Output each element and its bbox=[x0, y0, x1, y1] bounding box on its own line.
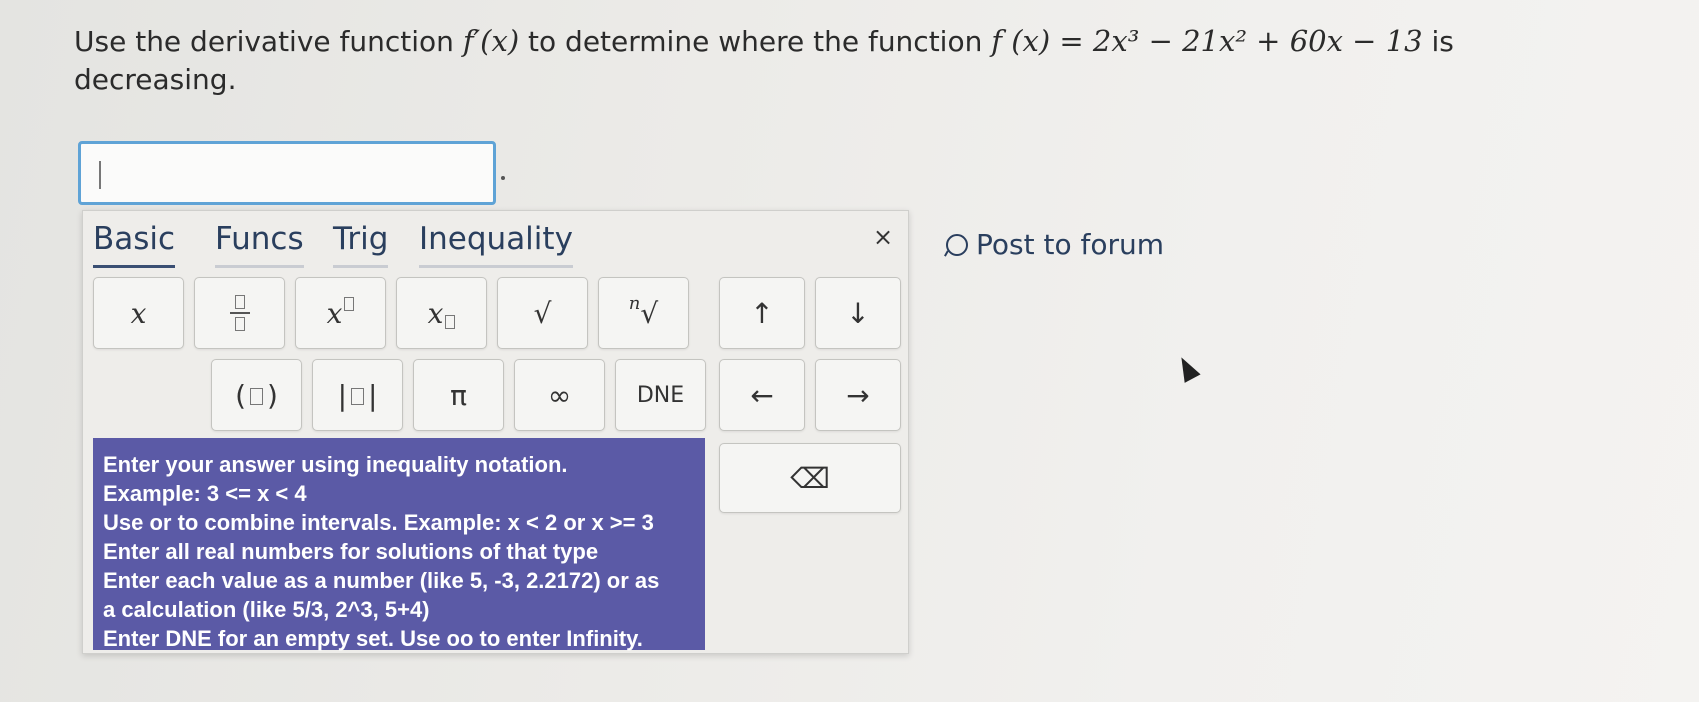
key-infinity[interactable]: ∞ bbox=[514, 359, 605, 431]
key-backspace[interactable]: ⌫ bbox=[719, 443, 901, 513]
backspace-icon: ⌫ bbox=[790, 461, 830, 495]
up-arrow-icon: ↑ bbox=[750, 296, 774, 330]
key-up-arrow[interactable]: ↑ bbox=[719, 277, 805, 349]
post-to-forum-link[interactable]: Post to forum bbox=[946, 228, 1164, 261]
left-arrow-icon: ← bbox=[750, 378, 774, 412]
key-right-arrow[interactable]: → bbox=[815, 359, 901, 431]
key-down-arrow[interactable]: ↓ bbox=[815, 277, 901, 349]
mouse-pointer-icon bbox=[1173, 353, 1201, 383]
help-line-3: Use or to combine intervals. Example: x … bbox=[103, 510, 654, 535]
superscript-icon bbox=[344, 297, 355, 311]
tab-inequality[interactable]: Inequality bbox=[419, 221, 573, 268]
close-palette-button[interactable]: × bbox=[873, 223, 893, 251]
help-line-1: Enter your answer using inequality notat… bbox=[103, 452, 568, 477]
key-left-arrow[interactable]: ← bbox=[719, 359, 805, 431]
answer-input[interactable] bbox=[78, 141, 496, 205]
help-line-4: Enter all real numbers for solutions of … bbox=[103, 539, 599, 564]
text-caret bbox=[99, 161, 101, 189]
key-fraction[interactable] bbox=[194, 277, 285, 349]
function-expression: f (x) = 2x³ − 21x² + 60x − 13 bbox=[991, 24, 1423, 58]
tab-funcs[interactable]: Funcs bbox=[215, 221, 304, 268]
tab-basic[interactable]: Basic bbox=[93, 221, 176, 268]
nth-root-icon: √ bbox=[640, 296, 659, 330]
key-sqrt[interactable]: √ bbox=[497, 277, 588, 349]
question-middle: to determine where the function bbox=[528, 25, 983, 58]
math-palette: Basic Funcs Trig Inequality × x x x √ n … bbox=[82, 210, 909, 654]
question-prefix: Use the derivative function bbox=[74, 25, 454, 58]
key-x-label: x bbox=[130, 296, 147, 330]
nth-root-index: n bbox=[628, 292, 641, 314]
pi-icon: π bbox=[450, 378, 467, 412]
key-absolute-value[interactable]: | | bbox=[312, 359, 403, 431]
absolute-value-icon: | | bbox=[337, 378, 378, 412]
tab-trig[interactable]: Trig bbox=[333, 221, 389, 268]
help-line-7: Enter DNE for an empty set. Use oo to en… bbox=[103, 626, 643, 651]
speech-bubble-icon bbox=[946, 233, 968, 256]
infinity-icon: ∞ bbox=[547, 378, 572, 412]
help-panel: Enter your answer using inequality notat… bbox=[93, 438, 705, 651]
down-arrow-icon: ↓ bbox=[846, 296, 870, 330]
key-pi[interactable]: π bbox=[413, 359, 504, 431]
parentheses-icon: () bbox=[235, 378, 278, 412]
subscript-icon bbox=[445, 315, 456, 329]
post-to-forum-label: Post to forum bbox=[976, 228, 1165, 261]
dne-label: DNE bbox=[636, 382, 685, 408]
derivative-expression: f′(x) bbox=[462, 24, 520, 58]
help-line-6: a calculation (like 5/3, 2^3, 5+4) bbox=[103, 597, 430, 622]
key-nth-root[interactable]: n √ bbox=[598, 277, 689, 349]
help-line-2: Example: 3 <= x < 4 bbox=[103, 481, 307, 506]
key-dne[interactable]: DNE bbox=[615, 359, 706, 431]
key-parentheses[interactable]: () bbox=[211, 359, 302, 431]
help-line-5: Enter each value as a number (like 5, -3… bbox=[103, 568, 660, 593]
key-x[interactable]: x bbox=[93, 277, 184, 349]
key-subscript[interactable]: x bbox=[396, 277, 487, 349]
subscript-base: x bbox=[427, 296, 444, 330]
right-arrow-icon: → bbox=[846, 378, 870, 412]
question-text: Use the derivative function f′(x) to det… bbox=[74, 22, 1494, 99]
sqrt-icon: √ bbox=[533, 296, 552, 330]
key-superscript[interactable]: x bbox=[295, 277, 386, 349]
fraction-icon bbox=[229, 295, 250, 331]
period-dot bbox=[501, 176, 505, 180]
superscript-base: x bbox=[326, 296, 343, 330]
